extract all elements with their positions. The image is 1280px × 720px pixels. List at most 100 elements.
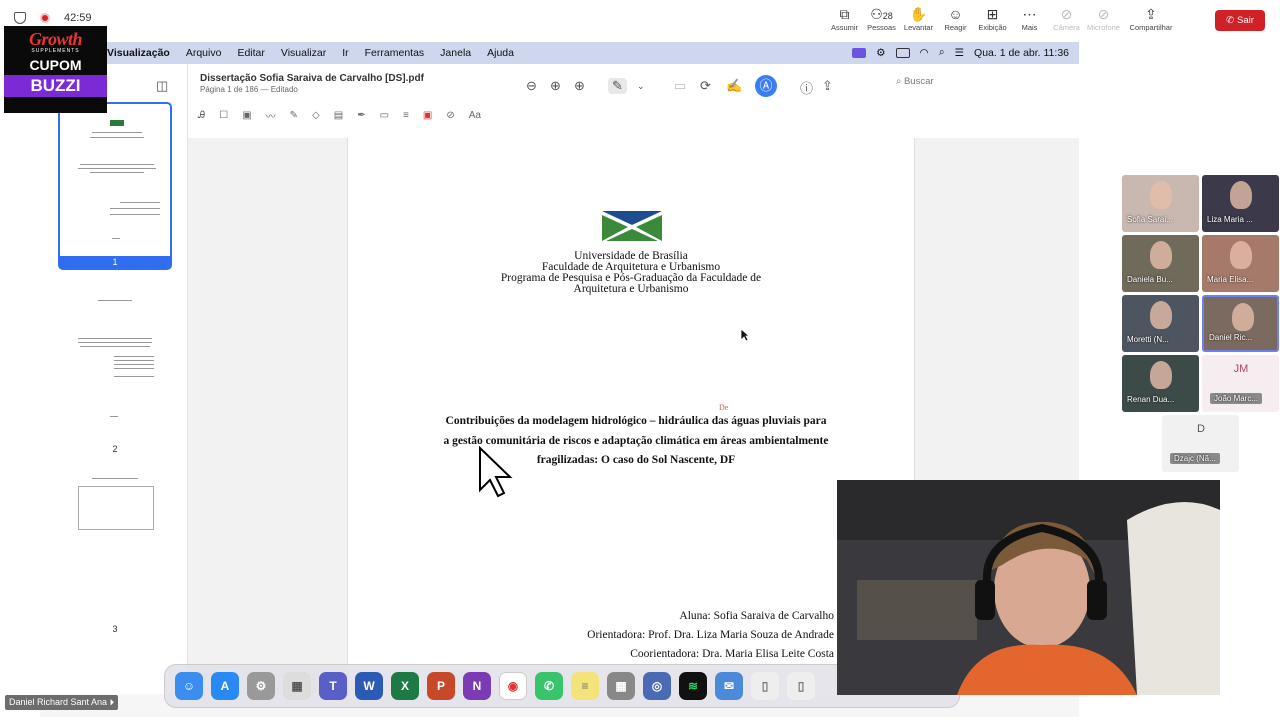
- zoom-out-icon[interactable]: ⊖: [526, 78, 537, 94]
- fill-color-icon[interactable]: ⊘: [446, 110, 454, 121]
- participant-tile[interactable]: JM João Marc...: [1202, 355, 1279, 412]
- font-style-icon[interactable]: Aa: [469, 110, 481, 121]
- participant-tile[interactable]: Maria Elisa...: [1202, 235, 1279, 292]
- thumbnail-page-3[interactable]: 3: [58, 464, 172, 634]
- spotlight-icon[interactable]: ⌕: [939, 46, 945, 59]
- meeting-tool-exibição[interactable]: ⊞ Exibição: [974, 6, 1011, 32]
- app-store-icon[interactable]: A: [211, 672, 239, 700]
- document-icon[interactable]: ▯: [751, 672, 779, 700]
- meeting-tool-câmera[interactable]: ⊘ Câmera: [1048, 6, 1085, 32]
- powerpoint-icon[interactable]: P: [427, 672, 455, 700]
- meeting-tool-reagir[interactable]: ☺ Reagir: [937, 6, 974, 32]
- info-icon[interactable]: ⓘ: [800, 78, 813, 97]
- zoom-fit-icon[interactable]: ⊕: [574, 78, 585, 94]
- camera-off-icon: ⊘: [1060, 6, 1073, 22]
- thumbnail-page-2[interactable]: 2: [58, 284, 172, 454]
- menubar-clock[interactable]: Qua. 1 de abr. 11:36: [974, 47, 1069, 59]
- note-icon[interactable]: ▭: [380, 110, 389, 121]
- menu-item-ferramentas[interactable]: Ferramentas: [365, 47, 425, 59]
- title-line: a gestão comunitária de riscos e adaptaç…: [443, 434, 829, 447]
- battery-icon[interactable]: [895, 47, 910, 58]
- onenote-icon[interactable]: N: [463, 672, 491, 700]
- rect-select-icon[interactable]: ☐: [219, 110, 228, 121]
- meeting-tool-microfone[interactable]: ⊘ Microfone: [1085, 6, 1122, 32]
- advisor-line: Orientadora: Prof. Dra. Liza Maria Souza…: [587, 629, 834, 641]
- participant-tile[interactable]: Liza Maria ...: [1202, 175, 1279, 232]
- sketch-icon[interactable]: 〰: [266, 108, 276, 123]
- avatar: [1150, 361, 1172, 389]
- menu-app-name[interactable]: Visualização: [107, 47, 170, 59]
- document-title: Dissertação Sofia Saraiva de Carvalho [D…: [200, 73, 424, 84]
- promo-overlay: Growth SUPPLEMENTS CUPOM BUZZI: [4, 26, 107, 113]
- draw-icon[interactable]: ✎: [290, 110, 298, 121]
- meeting-tool-pessoas[interactable]: ⚇28 Pessoas: [863, 6, 900, 32]
- text-tool-icon[interactable]: Ꭿ: [198, 110, 205, 121]
- menu-item-editar[interactable]: Editar: [237, 47, 264, 59]
- menu-item-ir[interactable]: Ir: [342, 47, 348, 59]
- teams-icon[interactable]: T: [319, 672, 347, 700]
- wifi-icon[interactable]: ◠: [920, 47, 929, 59]
- redact-icon[interactable]: ▣: [242, 110, 251, 121]
- chevron-down-icon[interactable]: ⌄: [637, 81, 645, 92]
- control-center-icon[interactable]: ☰: [955, 47, 964, 59]
- notes-icon[interactable]: ≡: [571, 672, 599, 700]
- meeting-tool-mais[interactable]: ⋯ Mais: [1011, 6, 1048, 32]
- leave-meeting-button[interactable]: ✆ Sair: [1215, 10, 1265, 31]
- participant-tile[interactable]: Sofia Sarai...: [1122, 175, 1199, 232]
- promo-coupon-label: CUPOM: [29, 57, 82, 73]
- participant-tile[interactable]: Moretti (N...: [1122, 295, 1199, 352]
- more-icon: ⋯: [1022, 6, 1037, 22]
- meeting-tool-levantar[interactable]: ✋ Levantar: [900, 6, 937, 32]
- coadvisor-line: Coorientadora: Dra. Maria Elisa Leite Co…: [630, 648, 834, 660]
- line-style-icon[interactable]: ≡: [403, 110, 409, 121]
- spotify-icon[interactable]: ≋: [679, 672, 707, 700]
- mail-icon[interactable]: ✉: [715, 672, 743, 700]
- participant-tile[interactable]: Renan Dua...: [1122, 355, 1199, 412]
- search-field[interactable]: ⌕ Buscar: [896, 76, 1046, 92]
- avatar: [1232, 303, 1254, 331]
- settings-icon[interactable]: ⚙: [247, 672, 275, 700]
- meeting-timer: 42:59: [64, 12, 92, 24]
- screen-share-icon[interactable]: [852, 47, 867, 58]
- shapes-icon[interactable]: ◇: [312, 110, 320, 121]
- chrome-icon[interactable]: ◉: [499, 672, 527, 700]
- markup-toolbar-icon[interactable]: Ⓐ: [755, 75, 777, 97]
- meeting-tool-compartilhar[interactable]: ⇪ Compartilhar: [1122, 6, 1180, 32]
- border-color-icon[interactable]: ▣: [423, 110, 432, 121]
- sidebar-toggle-icon[interactable]: ◫: [156, 78, 168, 94]
- participant-tile[interactable]: Daniela Bu...: [1122, 235, 1199, 292]
- participant-tile[interactable]: D Dzajc (Nã...: [1162, 415, 1239, 472]
- participant-name: Daniela Bu...: [1127, 275, 1173, 284]
- thumbnail-sidebar: 1 2 3: [40, 64, 188, 694]
- textbox-icon[interactable]: ▤: [334, 110, 343, 121]
- menu-item-visualizar[interactable]: Visualizar: [281, 47, 326, 59]
- whatsapp-icon[interactable]: ✆: [535, 672, 563, 700]
- signature-icon[interactable]: ✍: [726, 78, 742, 94]
- excel-icon[interactable]: X: [391, 672, 419, 700]
- rotate-icon[interactable]: ⟳: [700, 78, 711, 94]
- menu-item-ajuda[interactable]: Ajuda: [487, 47, 514, 59]
- small-cursor-icon: [740, 328, 750, 342]
- zoom-in-icon[interactable]: ⊕: [550, 78, 561, 94]
- zoom-icon[interactable]: ◎: [643, 672, 671, 700]
- sign-icon[interactable]: ✒: [357, 110, 365, 121]
- thumbnail-page-1[interactable]: 1: [58, 102, 172, 270]
- participant-tile[interactable]: Daniel Ric...: [1202, 295, 1279, 352]
- meeting-tool-assumir[interactable]: ⧉ Assumir: [826, 6, 863, 32]
- calculator-icon[interactable]: ▦: [607, 672, 635, 700]
- menu-item-arquivo[interactable]: Arquivo: [186, 47, 222, 59]
- meeting-tool-label: Compartilhar: [1129, 23, 1173, 32]
- markup-pen-icon[interactable]: ✎: [608, 78, 627, 94]
- launchpad-icon[interactable]: ▦: [283, 672, 311, 700]
- participant-initials: JM: [1233, 363, 1249, 375]
- menu-item-janela[interactable]: Janela: [440, 47, 471, 59]
- share-doc-icon[interactable]: ⇪: [822, 78, 833, 94]
- word-icon[interactable]: W: [355, 672, 383, 700]
- finder-icon[interactable]: ☺: [175, 672, 203, 700]
- participant-initials: D: [1197, 423, 1205, 435]
- extension-icon[interactable]: ⚙: [876, 47, 885, 59]
- document-icon[interactable]: ▯: [787, 672, 815, 700]
- title-line: Contribuições da modelagem hidrológico –…: [445, 415, 827, 427]
- self-video[interactable]: [837, 480, 1220, 695]
- crop-icon[interactable]: ▭: [674, 78, 686, 94]
